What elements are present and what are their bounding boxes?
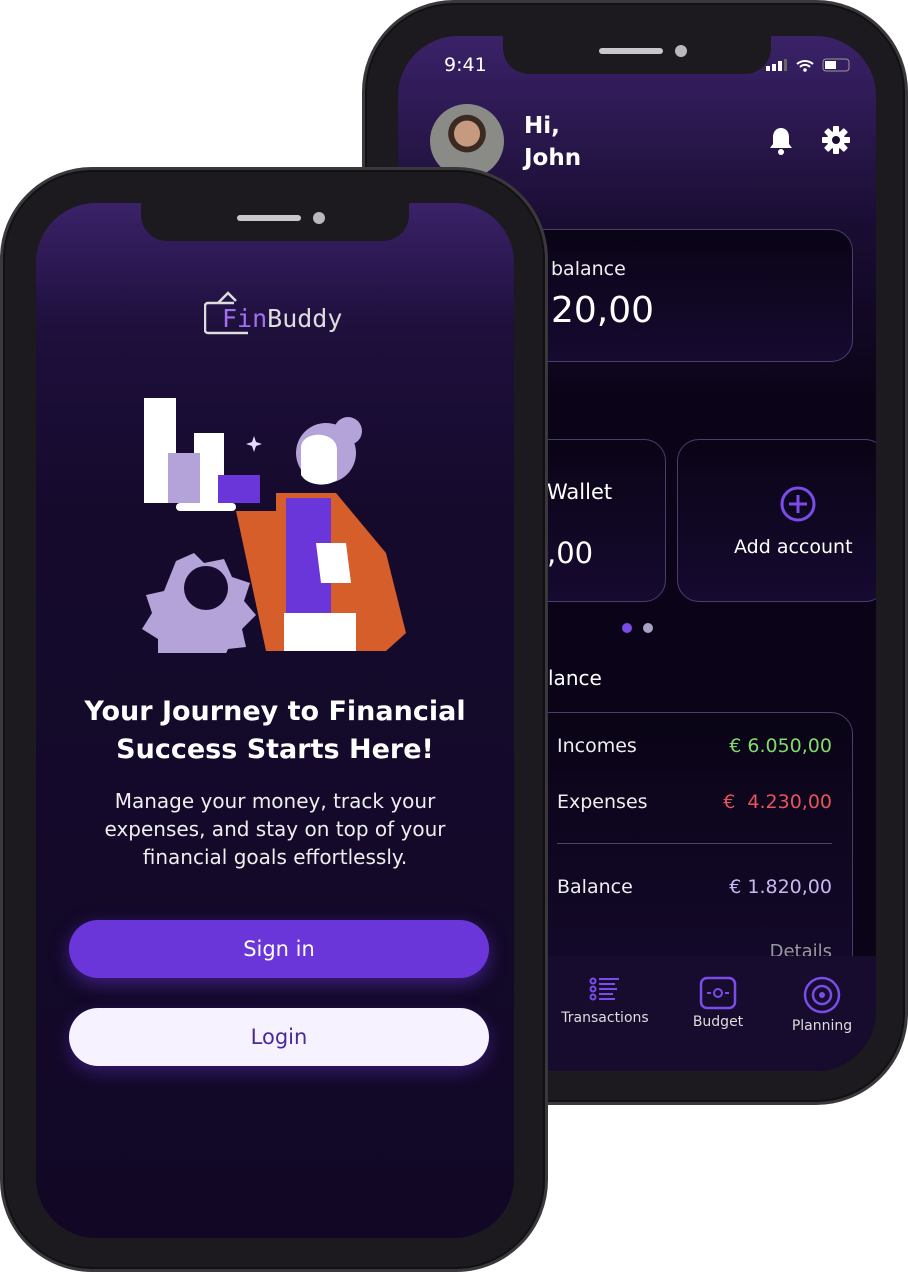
nav-label: Planning	[791, 1018, 853, 1034]
nav-transactions[interactable]: Transactions	[553, 976, 657, 1026]
subtitle: Manage your money, track your expenses, …	[104, 789, 446, 869]
nav-label: Budget	[692, 1014, 744, 1030]
list-icon	[589, 977, 619, 1001]
plus-circle-icon	[780, 486, 816, 522]
finance-illustration	[142, 398, 406, 653]
status-time: 9:41	[444, 54, 487, 76]
front-phone: FinBuddy Your Journey to Financial Succe…	[0, 167, 548, 1272]
battery-icon	[822, 58, 850, 72]
balance-label: balance	[551, 258, 626, 280]
expenses-value: € 4.230,00	[723, 791, 832, 813]
nav-budget[interactable]: Budget	[683, 976, 753, 1030]
pager-dot-active[interactable]	[622, 623, 632, 633]
user-name: John	[524, 145, 582, 171]
headline: Your Journey to Financial Success Starts…	[84, 696, 466, 765]
notch	[503, 36, 771, 74]
greeting: Hi, John	[524, 110, 581, 174]
incomes-label: Incomes	[557, 735, 637, 757]
logo-buddy: Buddy	[267, 304, 343, 333]
notch	[141, 203, 409, 241]
login-button[interactable]: Login	[69, 1008, 489, 1066]
summary-balance-label: Balance	[557, 876, 633, 898]
nav-label: Transactions	[561, 1010, 649, 1026]
divider	[557, 843, 832, 844]
target-icon	[803, 976, 841, 1014]
nav-planning[interactable]: Planning	[786, 976, 858, 1034]
logo-fin: Fin	[222, 304, 268, 333]
wallet-amount: ,00	[547, 536, 594, 570]
section-title: lance	[548, 666, 602, 690]
signal-icon	[766, 59, 787, 71]
status-icons	[766, 58, 852, 72]
wifi-icon	[796, 59, 814, 72]
expenses-label: Expenses	[557, 791, 648, 813]
welcome-screen: FinBuddy Your Journey to Financial Succe…	[36, 203, 514, 1238]
bell-icon[interactable]	[768, 126, 794, 156]
gear-icon[interactable]	[822, 126, 850, 154]
add-account-label: Add account	[734, 536, 853, 558]
incomes-value: € 6.050,00	[729, 735, 832, 757]
add-account-card[interactable]: Add account	[677, 439, 876, 602]
finbuddy-logo: FinBuddy	[204, 291, 342, 335]
greeting-hi: Hi,	[524, 113, 560, 139]
wallet-icon	[699, 976, 737, 1010]
balance-amount: 20,00	[551, 290, 655, 331]
sign-in-button[interactable]: Sign in	[69, 920, 489, 978]
summary-balance-value: € 1.820,00	[729, 876, 832, 898]
wallet-label: Wallet	[547, 480, 613, 504]
pager-dot[interactable]	[643, 623, 653, 633]
